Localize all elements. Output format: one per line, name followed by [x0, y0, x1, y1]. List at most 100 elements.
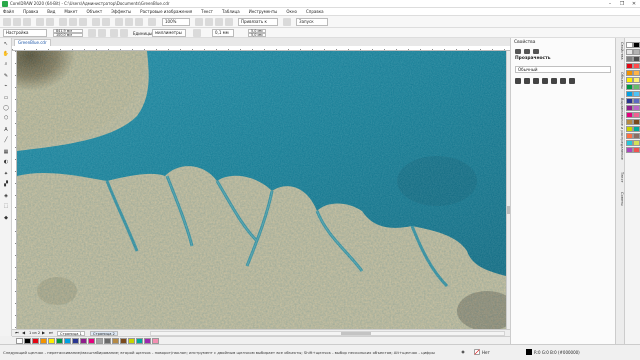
color-swatch[interactable]	[633, 98, 640, 104]
all-pages-icon[interactable]	[110, 29, 118, 37]
table-tool-icon[interactable]: ▦	[2, 149, 10, 156]
cloud-icon[interactable]	[36, 18, 44, 26]
text-tool-icon[interactable]: A	[2, 127, 10, 134]
search-icon[interactable]	[115, 18, 123, 26]
nudge-field[interactable]: 0,1 мм	[212, 29, 234, 37]
transparency-props-icon[interactable]	[533, 49, 539, 54]
undo-icon[interactable]	[92, 18, 100, 26]
open-icon[interactable]	[13, 18, 21, 26]
redo-icon[interactable]	[102, 18, 110, 26]
import-icon[interactable]	[125, 18, 133, 26]
menu-object[interactable]: Объект	[87, 9, 103, 14]
cut-icon[interactable]	[59, 18, 67, 26]
color-swatch[interactable]	[626, 119, 633, 125]
drawing-canvas[interactable]	[17, 51, 506, 329]
menu-bitmaps[interactable]: Растровые изображения	[140, 9, 192, 14]
polygon-tool-icon[interactable]: ⬡	[2, 115, 10, 122]
menu-table[interactable]: Таблица	[222, 9, 240, 14]
menu-layout[interactable]: Макет	[64, 9, 77, 14]
color-swatch[interactable]	[626, 126, 633, 132]
two-color-transparency-icon[interactable]	[560, 78, 566, 84]
menu-view[interactable]: Вид	[47, 9, 55, 14]
guidelines-icon[interactable]	[225, 18, 233, 26]
color-swatch[interactable]	[626, 56, 633, 62]
color-swatch[interactable]	[633, 119, 640, 125]
color-swatch[interactable]	[626, 63, 633, 69]
color-swatch[interactable]	[633, 126, 640, 132]
launch-dropdown[interactable]: Запуск	[296, 18, 328, 26]
color-swatch[interactable]	[633, 77, 640, 83]
landscape-icon[interactable]	[98, 29, 106, 37]
color-swatch[interactable]	[633, 63, 640, 69]
zoom-tool-icon[interactable]: ⌕	[2, 61, 10, 68]
rulers-icon[interactable]	[205, 18, 213, 26]
ellipse-tool-icon[interactable]: ◯	[2, 105, 10, 112]
transparency-tool-icon[interactable]: ✦	[2, 171, 10, 178]
sidetab-align[interactable]: Выравнивание и распределение	[617, 98, 624, 168]
fountain-transparency-icon[interactable]	[533, 78, 539, 84]
color-swatch[interactable]	[633, 91, 640, 97]
blend-mode-select[interactable]: Обычный	[515, 66, 611, 73]
options-gear-icon[interactable]	[283, 18, 291, 26]
page-height-field[interactable]: 100,0 мм	[53, 33, 83, 37]
save-icon[interactable]	[23, 18, 31, 26]
color-swatch[interactable]	[626, 42, 633, 48]
sidetab-objects[interactable]: Объекты	[617, 72, 624, 94]
grid-icon[interactable]	[215, 18, 223, 26]
color-swatch[interactable]	[633, 112, 640, 118]
menu-edit[interactable]: Правка	[23, 9, 38, 14]
color-swatch[interactable]	[633, 49, 640, 55]
fill-props-icon[interactable]	[524, 49, 530, 54]
smart-fill-tool-icon[interactable]: ⬚	[2, 203, 10, 210]
color-swatch[interactable]	[626, 70, 633, 76]
copy-icon[interactable]	[69, 18, 77, 26]
duplicate-y-field[interactable]: 5,0 мм	[248, 33, 266, 37]
no-transparency-icon[interactable]	[515, 78, 521, 84]
prev-page-icon[interactable]: ◀	[22, 330, 25, 335]
snap-to-dropdown[interactable]: Привязать к	[238, 18, 278, 26]
dimension-tool-icon[interactable]: ╱	[2, 137, 10, 144]
menu-tools[interactable]: Инструменты	[249, 9, 278, 14]
close-button[interactable]: ✕	[628, 0, 640, 8]
new-document-icon[interactable]	[3, 18, 11, 26]
eyedropper-tool-icon[interactable]: ▞	[2, 181, 10, 188]
current-page-icon[interactable]	[120, 29, 128, 37]
outline-props-icon[interactable]	[515, 49, 521, 54]
sidetab-text[interactable]: Текст	[617, 172, 624, 188]
export-icon[interactable]	[135, 18, 143, 26]
print-icon[interactable]	[46, 18, 54, 26]
color-swatch[interactable]	[626, 112, 633, 118]
bitmap-image[interactable]	[17, 51, 506, 329]
menu-effects[interactable]: Эффекты	[111, 9, 131, 14]
menu-window[interactable]: Окно	[286, 9, 297, 14]
color-swatch[interactable]	[633, 84, 640, 90]
menu-text[interactable]: Текст	[201, 9, 213, 14]
color-swatch[interactable]	[626, 105, 633, 111]
pan-tool-icon[interactable]: ✋	[2, 51, 10, 58]
color-swatch[interactable]	[633, 70, 640, 76]
color-swatch[interactable]	[626, 77, 633, 83]
color-swatch[interactable]	[633, 56, 640, 62]
zoom-select[interactable]: 100%	[162, 18, 190, 26]
horizontal-scroll-thumb[interactable]	[341, 332, 371, 335]
last-page-icon[interactable]: ⏭	[49, 330, 53, 335]
color-swatch[interactable]	[626, 91, 633, 97]
texture-transparency-icon[interactable]	[569, 78, 575, 84]
pick-tool-icon[interactable]: ↖	[2, 41, 10, 48]
minimize-button[interactable]: –	[604, 0, 616, 8]
first-page-icon[interactable]: ⏮	[15, 330, 19, 335]
color-swatch[interactable]	[633, 42, 640, 48]
vector-pattern-transparency-icon[interactable]	[542, 78, 548, 84]
paste-icon[interactable]	[79, 18, 87, 26]
sidetab-hints[interactable]: Советы	[617, 192, 624, 212]
shadow-tool-icon[interactable]: ◐	[2, 159, 10, 166]
color-swatch[interactable]	[626, 140, 633, 146]
next-page-icon[interactable]: ▶	[42, 330, 45, 335]
outline-tool-icon[interactable]: ◆	[2, 215, 10, 222]
color-swatch[interactable]	[633, 133, 640, 139]
pdf-icon[interactable]	[148, 18, 156, 26]
color-swatch[interactable]	[633, 147, 640, 153]
color-swatch[interactable]	[626, 49, 633, 55]
artistic-media-tool-icon[interactable]: ⌁	[2, 83, 10, 90]
units-select[interactable]: миллиметры	[152, 29, 186, 37]
